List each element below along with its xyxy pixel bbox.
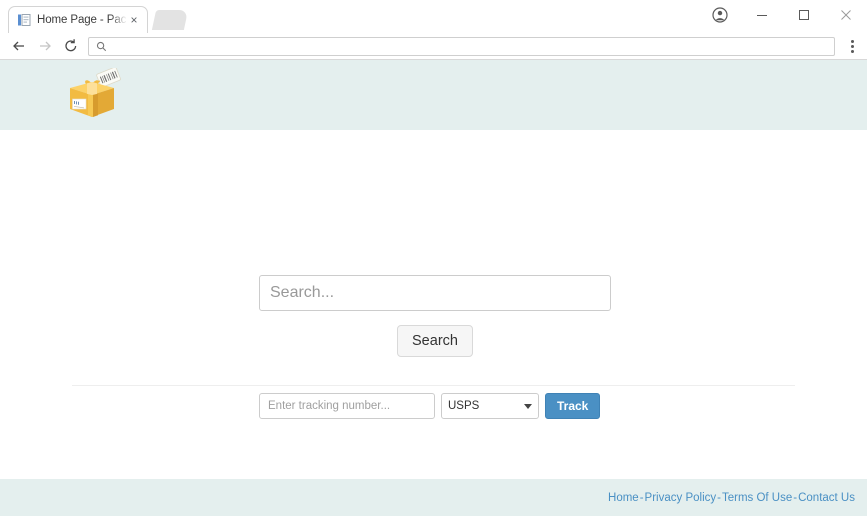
- tracking-form: USPS Track: [259, 393, 601, 419]
- search-button[interactable]: Search: [397, 325, 473, 357]
- close-icon[interactable]: ×: [127, 13, 141, 27]
- tab-title: Home Page - Package Tr: [37, 14, 127, 26]
- forward-arrow-icon: [32, 34, 58, 58]
- profile-icon[interactable]: [699, 0, 741, 30]
- site-footer: Home-Privacy Policy-Terms Of Use-Contact…: [0, 479, 867, 516]
- address-bar[interactable]: [88, 36, 835, 56]
- back-arrow-icon[interactable]: [6, 34, 32, 58]
- new-tab-button[interactable]: [151, 10, 189, 30]
- browser-window: Home Page - Package Tr ×: [0, 0, 867, 516]
- search-icon: [96, 41, 107, 52]
- footer-link-home[interactable]: Home: [608, 492, 639, 504]
- section-divider: [72, 385, 795, 386]
- footer-link-terms-of-use[interactable]: Terms Of Use: [722, 492, 792, 504]
- window-close-button[interactable]: [825, 0, 867, 30]
- minimize-button[interactable]: [741, 0, 783, 30]
- site-main: Search USPS Track: [0, 130, 867, 479]
- carrier-select[interactable]: USPS: [441, 393, 539, 419]
- search-button-row: Search: [259, 325, 611, 357]
- window-controls: [699, 0, 867, 30]
- maximize-button[interactable]: [783, 0, 825, 30]
- search-input[interactable]: [259, 275, 611, 311]
- site-header: [0, 60, 867, 130]
- reload-icon[interactable]: [58, 34, 84, 58]
- browser-tab[interactable]: Home Page - Package Tr ×: [8, 6, 148, 33]
- page-icon: [17, 13, 31, 27]
- footer-link-contact-us[interactable]: Contact Us: [798, 492, 855, 504]
- three-dot-menu-icon[interactable]: [841, 34, 863, 58]
- browser-toolbar: [0, 33, 867, 60]
- tracking-number-input[interactable]: [259, 393, 435, 419]
- page-viewport: Search USPS Track Home-Privacy Policy-Te…: [0, 60, 867, 516]
- chevron-down-icon: [524, 403, 532, 409]
- footer-link-privacy-policy[interactable]: Privacy Policy: [645, 492, 717, 504]
- carrier-select-value: USPS: [448, 400, 480, 412]
- package-box-logo: [66, 66, 124, 122]
- footer-links: Home-Privacy Policy-Terms Of Use-Contact…: [608, 492, 855, 504]
- tab-strip: Home Page - Package Tr ×: [0, 0, 867, 33]
- search-block: Search: [259, 275, 611, 357]
- track-button[interactable]: Track: [545, 393, 601, 419]
